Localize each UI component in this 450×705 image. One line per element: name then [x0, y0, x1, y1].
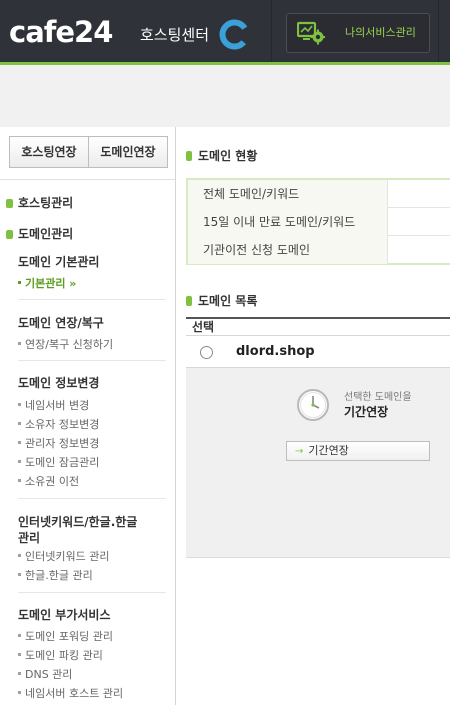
- menu-item-nameserver-change[interactable]: 네임서버 변경: [18, 398, 89, 413]
- green-bullet-icon: [6, 230, 13, 239]
- period-extend-label: 기간연장: [308, 444, 349, 457]
- status-row-label: 15일 이내 만료 도메인/키워드: [188, 208, 388, 236]
- bullet-icon: [18, 691, 21, 694]
- menu-group-title: 도메인 기본관리: [18, 255, 100, 269]
- menu-item-parking[interactable]: 도메인 파킹 관리: [18, 648, 103, 663]
- bullet-icon: [18, 672, 21, 675]
- arrow-right-icon: →: [295, 446, 304, 457]
- selected-domain-action: 기간연장: [344, 405, 389, 419]
- bullet-icon: [18, 573, 21, 576]
- menu-item-dns[interactable]: DNS 관리: [18, 667, 72, 682]
- menu-item-label: 소유자 정보변경: [25, 418, 100, 431]
- bullet-icon: [18, 479, 21, 482]
- domain-detail-panel: 선택한 도메인을 기간연장 → 기간연장: [186, 368, 450, 558]
- cafe24-logo[interactable]: cafe24: [9, 15, 113, 49]
- domain-list-header: 선택: [186, 317, 450, 336]
- selected-domain-hint: 선택한 도메인을: [344, 392, 412, 403]
- top-header: cafe24 호스팅센터 나의서비스관리: [0, 0, 450, 62]
- menu-item-korean-domain-manage[interactable]: 한글.한글 관리: [18, 568, 93, 583]
- domain-name: dlord.shop: [236, 344, 315, 359]
- menu-separator: [18, 299, 166, 300]
- menu-item-label: 연장/복구 신청하기: [25, 338, 114, 351]
- clock-icon: [297, 389, 329, 421]
- menu-item-owner-info[interactable]: 소유자 정보변경: [18, 417, 99, 432]
- menu-item-label: 도메인 잠금관리: [25, 456, 100, 469]
- domain-list-title: 도메인 목록: [186, 293, 257, 309]
- domain-select-radio[interactable]: [200, 346, 213, 359]
- section-title-label: 도메인 목록: [198, 294, 258, 308]
- hosting-center-c-icon: [219, 19, 250, 50]
- header-divider: [271, 0, 272, 62]
- sidebar-category-domain[interactable]: 도메인관리: [6, 226, 73, 242]
- bullet-icon: [18, 403, 21, 406]
- bullet-icon: [18, 441, 21, 444]
- bullet-icon: [18, 653, 21, 656]
- menu-item-admin-info[interactable]: 관리자 정보변경: [18, 436, 99, 451]
- menu-group-title: 도메인 부가서비스: [18, 608, 111, 622]
- menu-separator: [18, 360, 166, 361]
- bullet-icon: [18, 460, 21, 463]
- menu-item-label: DNS 관리: [25, 668, 73, 681]
- menu-item-keyword-manage[interactable]: 인터넷키워드 관리: [18, 549, 109, 564]
- sub-header-band: [0, 65, 450, 127]
- bullet-icon: [18, 634, 21, 637]
- list-item[interactable]: dlord.shop: [186, 337, 450, 368]
- menu-group-title: 도메인 정보변경: [18, 376, 100, 390]
- table-row: 전체 도메인/키워드: [188, 180, 450, 208]
- menu-group-title-line: 관리: [18, 531, 41, 545]
- bullet-icon: [18, 281, 21, 284]
- menu-group-title: 인터넷키워드/한글.한글 관리: [18, 514, 137, 546]
- sidebar-category-hosting[interactable]: 호스팅관리: [6, 195, 73, 211]
- menu-item-domain-lock[interactable]: 도메인 잠금관리: [18, 455, 99, 470]
- domain-renew-button[interactable]: 도메인연장: [88, 137, 167, 167]
- section-title-label: 도메인 현황: [198, 149, 258, 163]
- menu-item-label: 네임서버 변경: [25, 399, 90, 412]
- menu-item-label: 소유권 이전: [25, 475, 80, 488]
- domain-status-title: 도메인 현황: [186, 148, 257, 164]
- left-sidebar: 호스팅연장 도메인연장 호스팅관리 도메인관리 도메인 기본관리 기본관리 » …: [0, 127, 176, 705]
- green-bullet-icon: [186, 296, 192, 306]
- menu-item-label: 기본관리 »: [25, 277, 77, 290]
- select-column-header: 선택: [192, 320, 215, 334]
- sidebar-category-label: 호스팅관리: [18, 196, 74, 210]
- renew-tabs: 호스팅연장 도메인연장: [9, 136, 168, 168]
- sidebar-category-label: 도메인관리: [18, 227, 74, 241]
- status-row-label: 기관이전 신청 도메인: [188, 236, 388, 264]
- status-row-label: 전체 도메인/키워드: [188, 180, 388, 208]
- sidebar-divider: [0, 179, 175, 180]
- period-extend-button[interactable]: → 기간연장: [286, 441, 430, 461]
- menu-group-title: 도메인 연장/복구: [18, 316, 104, 330]
- menu-item-label: 네임서버 호스트 관리: [25, 687, 124, 700]
- table-row: 기관이전 신청 도메인: [188, 236, 450, 264]
- hosting-center-label[interactable]: 호스팅센터: [140, 24, 209, 46]
- domain-status-table: 전체 도메인/키워드 15일 이내 만료 도메인/키워드 기관이전 신청 도메인: [186, 178, 450, 265]
- table-row: 15일 이내 만료 도메인/키워드: [188, 208, 450, 236]
- menu-item-label: 도메인 포워딩 관리: [25, 630, 113, 643]
- menu-separator: [18, 498, 166, 499]
- bullet-icon: [18, 342, 21, 345]
- menu-item-ownership-transfer[interactable]: 소유권 이전: [18, 474, 79, 489]
- green-bullet-icon: [6, 199, 13, 208]
- menu-item-label: 한글.한글 관리: [25, 569, 93, 582]
- menu-item-forwarding[interactable]: 도메인 포워딩 관리: [18, 629, 113, 644]
- menu-item-renew-restore[interactable]: 연장/복구 신청하기: [18, 337, 113, 352]
- hosting-renew-button[interactable]: 호스팅연장: [10, 137, 88, 167]
- menu-group-title-line: 인터넷키워드/한글.한글: [18, 515, 138, 529]
- menu-item-label: 관리자 정보변경: [25, 437, 100, 450]
- menu-item-basic-manage[interactable]: 기본관리 »: [18, 276, 76, 291]
- green-bullet-icon: [186, 151, 192, 161]
- my-service-label: 나의서비스관리: [345, 26, 416, 39]
- menu-item-nameserver-host[interactable]: 네임서버 호스트 관리: [18, 686, 123, 701]
- menu-item-label: 인터넷키워드 관리: [25, 550, 110, 563]
- menu-separator: [18, 592, 166, 593]
- bullet-icon: [18, 554, 21, 557]
- bullet-icon: [18, 422, 21, 425]
- my-service-button[interactable]: 나의서비스관리: [286, 13, 430, 53]
- header-divider-right: [438, 0, 439, 62]
- monitor-gear-icon: [297, 21, 325, 45]
- menu-item-label: 도메인 파킹 관리: [25, 649, 103, 662]
